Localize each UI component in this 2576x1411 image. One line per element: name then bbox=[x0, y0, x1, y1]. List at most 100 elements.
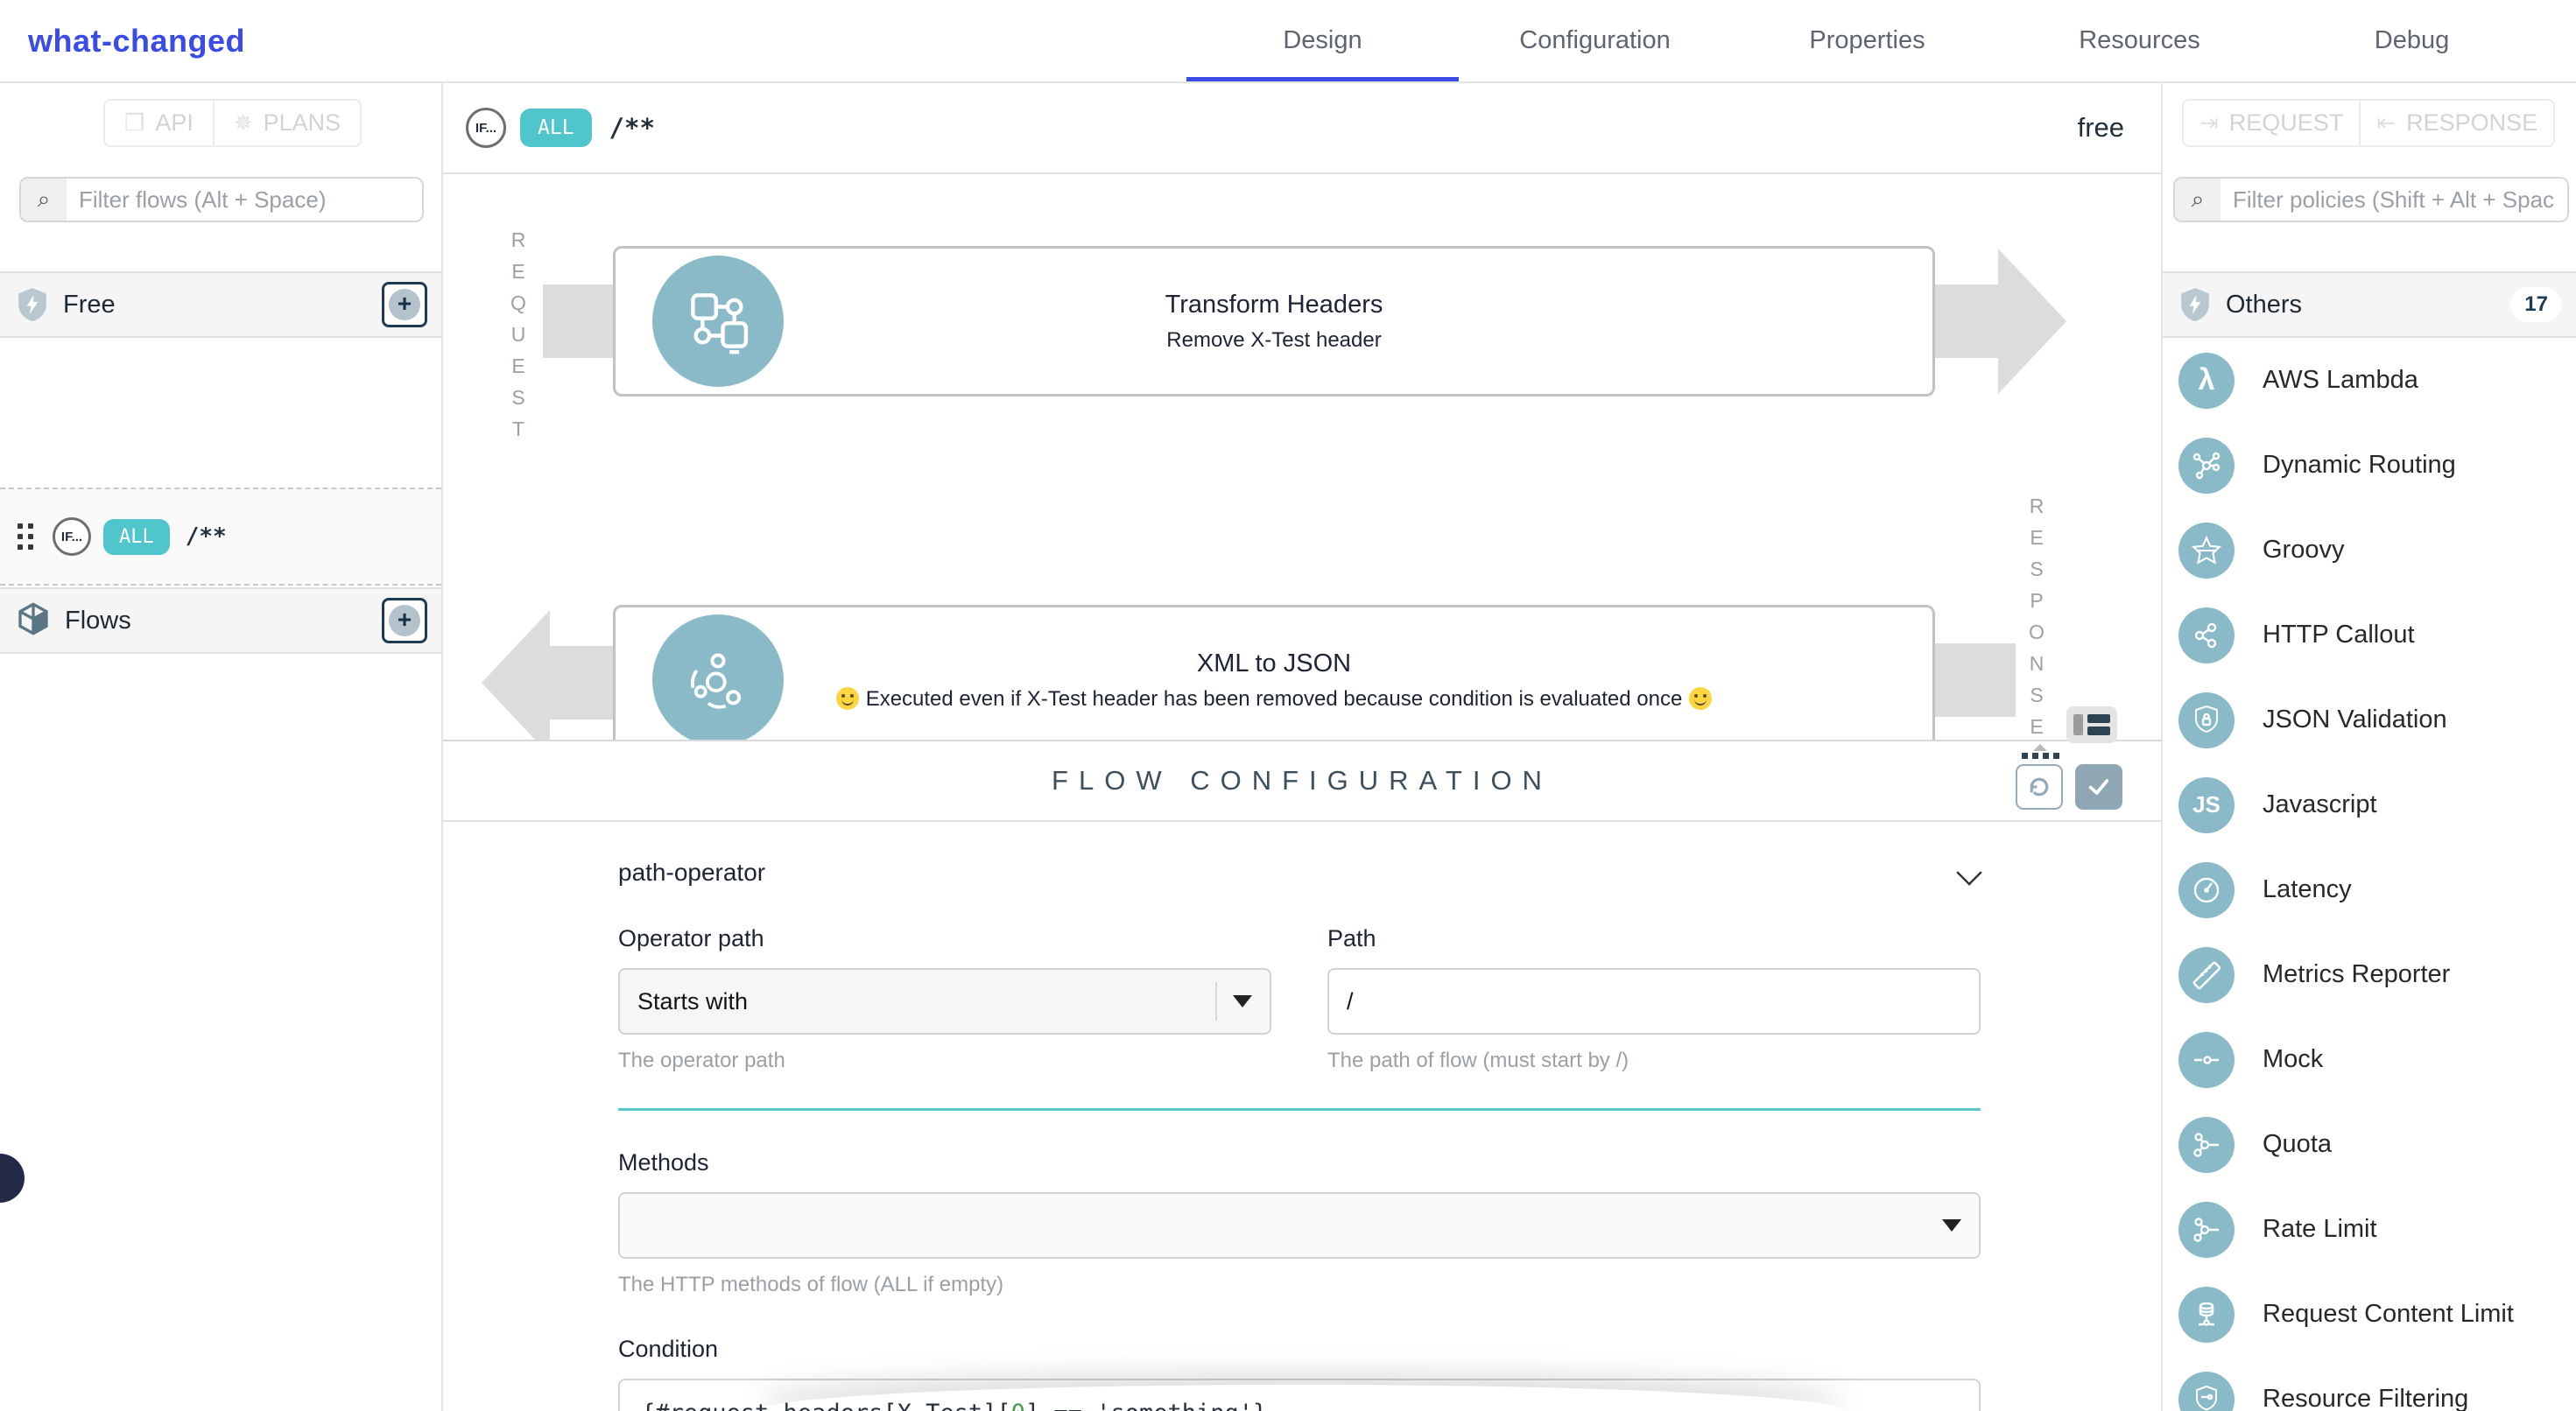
methods-select[interactable] bbox=[618, 1192, 1981, 1259]
others-group-header[interactable]: Others 17 bbox=[2163, 271, 2576, 338]
request-phase-button[interactable]: ⇥ REQUEST bbox=[2182, 99, 2360, 147]
condition-if-icon: IF... bbox=[466, 108, 506, 148]
filter-flows-searchbox: ⌕ bbox=[19, 177, 424, 222]
policy-list-item[interactable]: λ AWS Lambda bbox=[2163, 338, 2576, 423]
response-connector bbox=[1935, 643, 2016, 717]
active-tab-indicator bbox=[1186, 77, 1459, 81]
tab-resources[interactable]: Resources bbox=[2003, 0, 2276, 81]
operator-path-select[interactable]: Starts with bbox=[618, 968, 1271, 1035]
tab-design[interactable]: Design bbox=[1186, 0, 1459, 81]
operator-path-hint: The operator path bbox=[618, 1049, 1271, 1073]
policy-list-item[interactable]: HTTP Callout bbox=[2163, 593, 2576, 677]
policy-list-item[interactable]: Request Content Limit bbox=[2163, 1272, 2576, 1357]
resize-dots-icon bbox=[2022, 753, 2059, 759]
flow-path: /** bbox=[186, 523, 227, 550]
methods-field: Methods The HTTP methods of flow (ALL if… bbox=[618, 1149, 1981, 1297]
policy-list-item[interactable]: Rate Limit bbox=[2163, 1187, 2576, 1272]
api-toggle-button[interactable]: ❒ API bbox=[103, 99, 214, 147]
policy-label: JSON Validation bbox=[2263, 706, 2447, 734]
policy-label: Mock bbox=[2263, 1045, 2323, 1074]
latency-icon bbox=[2178, 862, 2235, 918]
operator-path-field: Operator path Starts with The operator p… bbox=[618, 925, 1271, 1073]
shield-icon bbox=[2178, 286, 2212, 323]
dynamic-routing-icon bbox=[2178, 438, 2235, 494]
plan-name: free bbox=[2078, 112, 2124, 144]
flow-configuration-title: FLOW CONFIGURATION bbox=[1052, 765, 1552, 797]
flows-sidebar: ❒ API ✵ PLANS ⌕ Free + IF... ALL /** bbox=[0, 83, 443, 1411]
policy-list-item[interactable]: Mock bbox=[2163, 1017, 2576, 1102]
policy-label: Latency bbox=[2263, 875, 2352, 904]
policy-list: λ AWS Lambda Dynamic Routing Groovy HTTP… bbox=[2163, 338, 2576, 1411]
add-flow-button[interactable]: + bbox=[382, 598, 427, 643]
panel-resize-handle[interactable] bbox=[2014, 732, 2066, 751]
operator-path-label: Operator path bbox=[618, 925, 1271, 952]
flows-section-label: Flows bbox=[65, 607, 382, 635]
save-button[interactable] bbox=[2075, 764, 2122, 810]
filter-flows-input[interactable] bbox=[67, 179, 422, 221]
tab-bar: DesignConfigurationPropertiesResourcesDe… bbox=[1186, 0, 2548, 83]
response-phase-label: RESPONSE bbox=[2406, 109, 2537, 137]
condition-if-icon: IF... bbox=[53, 517, 91, 556]
layout-toggle-button[interactable] bbox=[2066, 706, 2117, 743]
policy-list-item[interactable]: JSON Validation bbox=[2163, 677, 2576, 762]
path-operator-section-title: path-operator bbox=[618, 859, 765, 887]
transform-headers-policy-card[interactable]: Transform Headers Remove X-Test header bbox=[613, 246, 1935, 397]
policy-list-item[interactable]: Latency bbox=[2163, 847, 2576, 932]
flow-list-item[interactable]: IF... ALL /** bbox=[0, 488, 441, 586]
quota-icon bbox=[2178, 1117, 2235, 1173]
filter-policies-searchbox: ⌕ bbox=[2173, 177, 2569, 222]
xml-to-json-policy-card[interactable]: XML to JSON Executed even if X-Test head… bbox=[613, 605, 1935, 755]
drag-handle-icon[interactable] bbox=[18, 523, 33, 550]
config-actions bbox=[2016, 764, 2122, 810]
policies-sidebar: ⇥ REQUEST ⇤ RESPONSE ⌕ Others 17 λ AWS L… bbox=[2161, 83, 2576, 1411]
search-icon: ⌕ bbox=[21, 179, 67, 221]
reset-button[interactable] bbox=[2016, 764, 2063, 810]
selected-flow-header: IF... ALL /** free bbox=[443, 83, 2161, 174]
layout-icon-bars bbox=[2087, 714, 2110, 735]
policy-list-item[interactable]: Metrics Reporter bbox=[2163, 932, 2576, 1017]
method-badge: ALL bbox=[103, 519, 170, 555]
policy-label: Request Content Limit bbox=[2263, 1300, 2514, 1329]
policy-list-item[interactable]: Quota bbox=[2163, 1102, 2576, 1187]
add-flow-to-free-button[interactable]: + bbox=[382, 282, 427, 327]
policy-list-item[interactable]: Groovy bbox=[2163, 508, 2576, 593]
cube-icon: ❒ bbox=[124, 109, 144, 137]
slightly-smiling-face-emoji bbox=[836, 687, 859, 710]
plans-toggle-label: PLANS bbox=[264, 109, 341, 137]
plans-toggle-button[interactable]: ✵ PLANS bbox=[214, 99, 362, 147]
methods-label: Methods bbox=[618, 1149, 1981, 1176]
groovy-icon bbox=[2178, 523, 2235, 579]
dropdown-caret-icon bbox=[1233, 995, 1252, 1007]
response-phase-button[interactable]: ⇤ RESPONSE bbox=[2360, 99, 2555, 147]
request-response-toggle: ⇥ REQUEST ⇤ RESPONSE bbox=[2182, 99, 2555, 147]
policy-list-item[interactable]: Resource Filtering bbox=[2163, 1357, 2576, 1411]
layout-icon bbox=[2073, 714, 2083, 735]
select-divider bbox=[1215, 982, 1217, 1021]
path-hint: The path of flow (must start by /) bbox=[1327, 1049, 1981, 1073]
tab-configuration[interactable]: Configuration bbox=[1459, 0, 1731, 81]
collapse-chevron-icon[interactable] bbox=[1956, 860, 1981, 885]
policy-description: Remove X-Test header bbox=[616, 328, 1932, 353]
tab-properties[interactable]: Properties bbox=[1731, 0, 2003, 81]
policy-list-item[interactable]: Dynamic Routing bbox=[2163, 423, 2576, 508]
path-label: Path bbox=[1327, 925, 1981, 952]
policy-label: Javascript bbox=[2263, 790, 2377, 819]
cube-icon bbox=[16, 601, 51, 641]
path-input[interactable] bbox=[1327, 968, 1981, 1035]
policy-label: Rate Limit bbox=[2263, 1215, 2377, 1244]
plus-icon: + bbox=[389, 605, 420, 636]
free-plan-section-header[interactable]: Free + bbox=[0, 271, 441, 338]
policy-list-item[interactable]: JS Javascript bbox=[2163, 762, 2576, 847]
api-plans-toggle: ❒ API ✵ PLANS bbox=[103, 99, 362, 147]
resize-up-icon bbox=[2033, 744, 2047, 751]
policy-label: Resource Filtering bbox=[2263, 1385, 2468, 1411]
request-content-limit-icon bbox=[2178, 1287, 2235, 1343]
tab-debug[interactable]: Debug bbox=[2276, 0, 2548, 81]
flows-section-header[interactable]: Flows + bbox=[0, 587, 441, 654]
plus-icon: + bbox=[389, 289, 420, 320]
policy-label: HTTP Callout bbox=[2263, 621, 2415, 649]
dropdown-caret-icon bbox=[1942, 1219, 1961, 1232]
condition-label: Condition bbox=[618, 1336, 1981, 1363]
filter-policies-input[interactable] bbox=[2221, 179, 2567, 221]
shield-icon bbox=[16, 286, 49, 323]
